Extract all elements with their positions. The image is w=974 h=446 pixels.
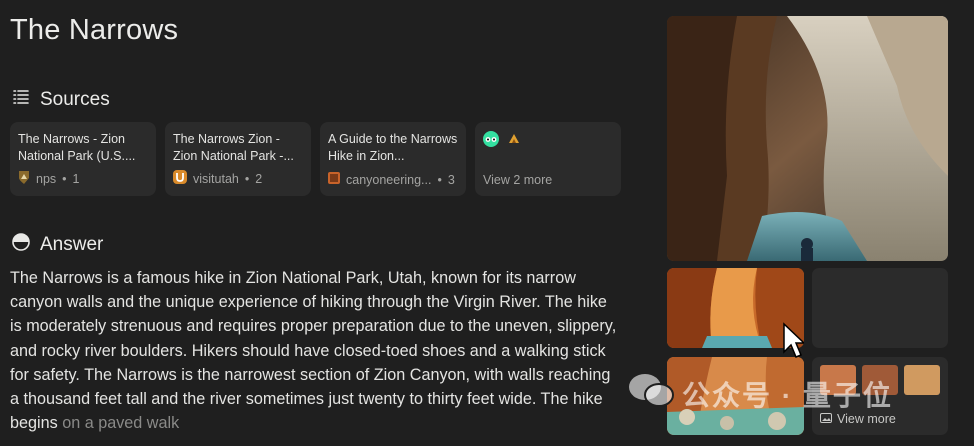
view-more-sources-label: View 2 more (483, 173, 553, 187)
answer-label: Answer (40, 234, 104, 255)
wechat-icon (628, 372, 674, 415)
answer-text: The Narrows is a famous hike in Zion Nat… (10, 266, 620, 435)
source-meta: canyoneering... • 3 (328, 172, 455, 187)
answer-logo-icon (12, 233, 30, 257)
source-index: 2 (255, 171, 263, 186)
canyon-image-main[interactable] (667, 16, 948, 261)
source-meta: visitutah • 2 (173, 170, 262, 187)
source-dot: • (244, 171, 250, 186)
more-favicons (483, 131, 613, 152)
image-placeholder (812, 268, 948, 348)
canyoneering-favicon-icon (328, 172, 340, 187)
source-title: A Guide to the Narrows Hike in Zion... (328, 132, 458, 163)
visitutah-favicon-icon (173, 170, 187, 187)
answer-body: The Narrows is a famous hike in Zion Nat… (10, 269, 617, 433)
source-site: visitutah (193, 171, 239, 186)
source-index: 3 (447, 172, 455, 187)
view-more-sources-card[interactable]: View 2 more (475, 122, 621, 196)
source-title: The Narrows Zion - Zion National Park -.… (173, 132, 294, 163)
hiking-favicon-icon (507, 131, 521, 152)
sources-label: Sources (40, 89, 110, 110)
source-index: 1 (72, 171, 80, 186)
watermark: 公众号 · 量子位 (628, 372, 893, 415)
sources-heading: Sources (12, 88, 110, 112)
source-cards: The Narrows - Zion National Park (U.S...… (10, 122, 621, 196)
mouse-cursor-icon (782, 322, 806, 365)
source-card-3[interactable]: A Guide to the Narrows Hike in Zion... c… (320, 122, 466, 196)
source-site: nps (36, 171, 57, 186)
nps-favicon-icon (18, 170, 30, 187)
source-site: canyoneering... (346, 172, 432, 187)
tripadvisor-favicon-icon (483, 131, 499, 152)
answer-heading: Answer (12, 233, 103, 257)
answer-streaming-text: on a paved walk (62, 414, 180, 433)
source-card-2[interactable]: The Narrows Zion - Zion National Park -.… (165, 122, 311, 196)
source-card-1[interactable]: The Narrows - Zion National Park (U.S...… (10, 122, 156, 196)
sources-icon (12, 88, 30, 112)
source-dot: • (437, 172, 442, 187)
source-meta: nps • 1 (18, 170, 80, 187)
page-title: The Narrows (10, 14, 179, 46)
source-dot: • (62, 171, 67, 186)
source-title: The Narrows - Zion National Park (U.S...… (18, 132, 136, 163)
watermark-text: 公众号 · 量子位 (682, 379, 893, 411)
